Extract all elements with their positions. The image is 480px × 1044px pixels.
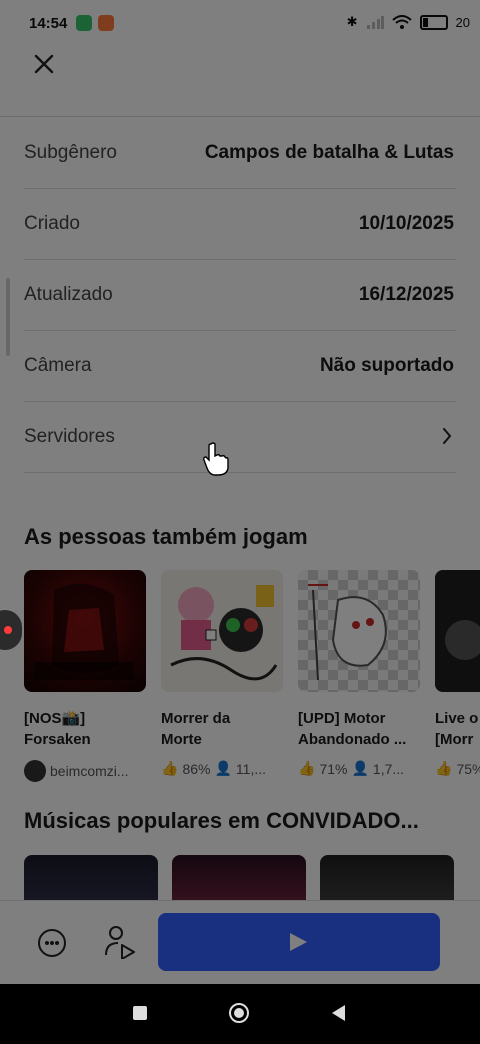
- game-title: [NOS📸] Forsaken: [24, 708, 148, 750]
- section-title-music: Músicas populares em CONVIDADO...: [24, 808, 419, 833]
- info-row-subgenre: Subgênero Campos de batalha & Lutas: [24, 118, 456, 189]
- scroll-indicator: [6, 278, 10, 356]
- game-title-line1: [UPD] Motor: [298, 710, 386, 727]
- hand-cursor-icon: [203, 442, 229, 476]
- home-icon[interactable]: [229, 1003, 249, 1023]
- info-label: Subgênero: [24, 142, 117, 163]
- game-thumbnail: [435, 570, 480, 692]
- creator-avatar: [24, 760, 46, 782]
- thumbs-up-icon: 👍: [435, 760, 453, 776]
- back-icon[interactable]: [332, 1005, 345, 1021]
- game-thumbnail: [298, 570, 420, 692]
- players-icon: 👤: [214, 760, 232, 776]
- more-options-icon[interactable]: [38, 929, 66, 957]
- close-icon[interactable]: [28, 48, 60, 80]
- info-label: Câmera: [24, 355, 92, 376]
- info-value: 10/10/2025: [358, 213, 454, 234]
- players-icon: 👤: [351, 760, 369, 776]
- game-thumbnail: [161, 570, 283, 692]
- game-meta: 👍 86% 👤 11,...: [161, 760, 285, 777]
- game-title: Morrer da Morte: [161, 708, 285, 750]
- bluetooth-icon: ✱: [346, 14, 358, 29]
- players: 1,7...: [372, 760, 405, 777]
- game-title-line2: Morte: [161, 731, 202, 748]
- thumbs-up-icon: 👍: [161, 760, 179, 776]
- thumbnail-art: [435, 570, 480, 692]
- notification-app-icon: [76, 15, 92, 31]
- info-label: Criado: [24, 213, 80, 234]
- creator-name: beimcomzi...: [50, 763, 129, 779]
- status-time: 14:54: [29, 15, 68, 32]
- rating: 75%: [456, 760, 480, 777]
- rating: 86%: [182, 760, 211, 777]
- info-value: Não suportado: [319, 355, 454, 376]
- game-card[interactable]: Morrer da Morte 👍 86% 👤 11,...: [161, 570, 285, 777]
- game-card[interactable]: [UPD] Motor Abandonado ... 👍 71% 👤 1,7..…: [298, 570, 422, 777]
- game-title-line2: Abandonado ...: [298, 731, 407, 748]
- divider: [0, 116, 480, 117]
- game-thumbnail: [24, 570, 146, 692]
- info-value: Campos de batalha & Lutas: [204, 142, 454, 163]
- thumbnail-art: [170, 585, 278, 681]
- game-card[interactable]: [NOS📸] Forsaken beimcomzi...: [24, 570, 148, 782]
- game-meta: 👍 75%: [435, 760, 480, 777]
- info-label: Atualizado: [24, 284, 113, 305]
- thumbs-up-icon: 👍: [298, 760, 316, 776]
- battery-level: 20: [455, 14, 470, 30]
- chevron-right-icon: [443, 428, 452, 444]
- info-row-camera: Câmera Não suportado: [24, 331, 456, 402]
- game-details-screen: 14:54 ✱ 20 Subgênero Campos de batalha &…: [0, 0, 480, 984]
- system-navigation-bar: [0, 984, 480, 1044]
- recents-icon[interactable]: [133, 1006, 147, 1020]
- game-meta: 👍 71% 👤 1,7...: [298, 760, 422, 777]
- game-title-line2: Forsaken: [24, 731, 91, 748]
- game-title: Live o [Morr: [435, 708, 480, 750]
- thumbnail-art: [308, 584, 387, 681]
- servers-row[interactable]: Servidores: [24, 402, 456, 473]
- status-icons: ✱ 20: [347, 14, 470, 30]
- thumbnail-art: [34, 583, 134, 680]
- game-title-line1: Live o: [435, 710, 479, 727]
- battery-icon: [419, 14, 448, 30]
- bottom-action-bar: [0, 900, 480, 984]
- game-title-line2: [Morr: [435, 731, 474, 748]
- status-bar: 14:54 ✱ 20: [0, 0, 480, 48]
- info-row-updated: Atualizado 16/12/2025: [24, 260, 456, 331]
- game-title-line1: Morrer da: [161, 710, 231, 727]
- game-title: [UPD] Motor Abandonado ...: [298, 708, 422, 750]
- info-value: 16/12/2025: [358, 284, 454, 305]
- play-button[interactable]: [158, 913, 440, 971]
- rating: 71%: [319, 760, 348, 777]
- notification-recorder-icon: [98, 15, 114, 31]
- game-title-line1: [NOS📸]: [24, 710, 86, 727]
- section-title-also-play: As pessoas também jogam: [24, 524, 308, 549]
- game-meta: beimcomzi...: [24, 760, 148, 782]
- wifi-icon: [391, 15, 412, 29]
- info-label: Servidores: [24, 426, 115, 447]
- play-icon: [290, 933, 307, 951]
- floating-recorder-bubble[interactable]: [0, 610, 22, 650]
- game-card[interactable]: Live o [Morr 👍 75%: [435, 570, 480, 777]
- signal-icon: [366, 16, 384, 29]
- invite-friend-icon[interactable]: [104, 925, 136, 959]
- info-row-created: Criado 10/10/2025: [24, 189, 456, 260]
- players: 11,...: [235, 760, 266, 777]
